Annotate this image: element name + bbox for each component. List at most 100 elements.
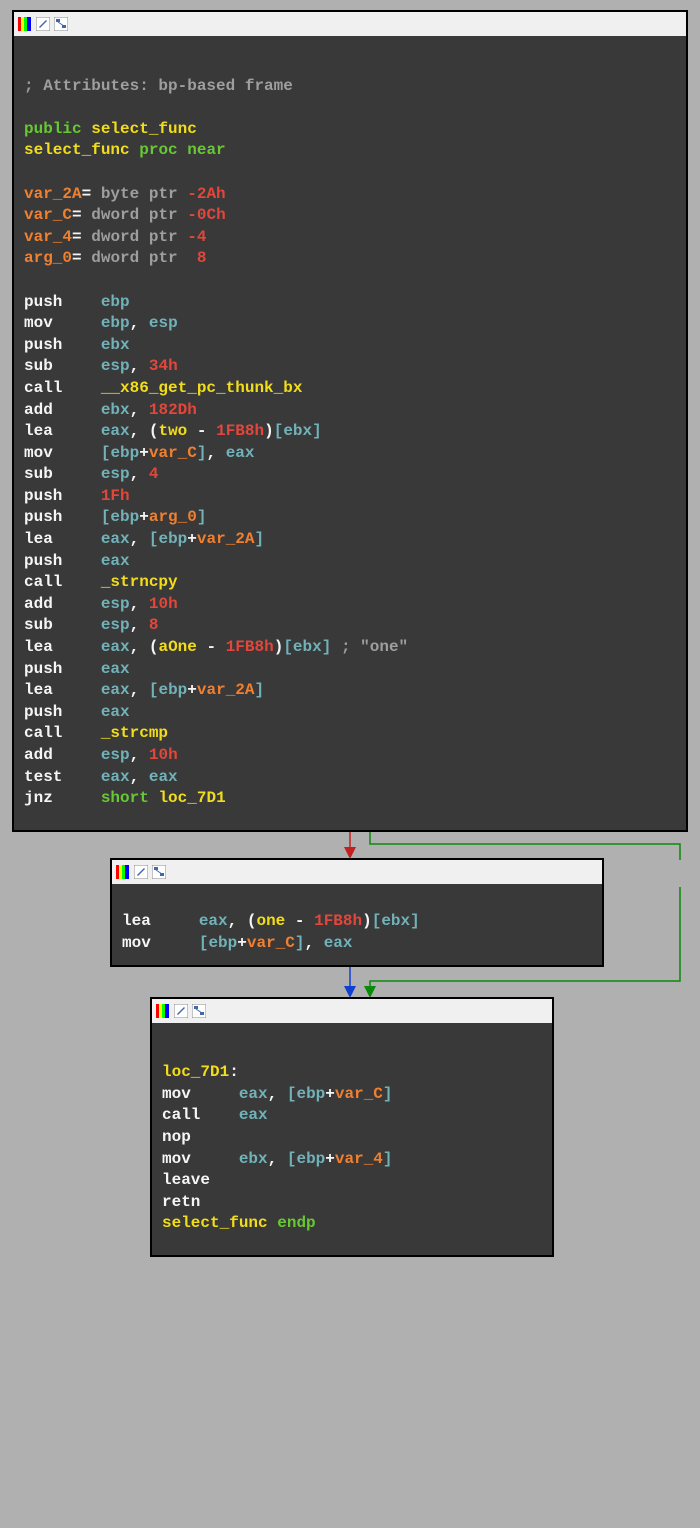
mnemonic: add [24, 746, 53, 764]
register: eax [101, 768, 130, 786]
mnemonic: mov [24, 444, 53, 462]
mnemonic: jnz [24, 789, 53, 807]
color-bars-icon [116, 865, 130, 879]
loc-label[interactable]: loc_7D1 [162, 1063, 229, 1081]
var-name[interactable]: var_C [24, 206, 72, 224]
register: ebp [208, 934, 237, 952]
register: ebx [239, 1150, 268, 1168]
register: eax [101, 638, 130, 656]
immediate: 182Dh [149, 401, 197, 419]
mnemonic: sub [24, 465, 53, 483]
disasm-code-block[interactable]: loc_7D1: mov eax, [ebp+var_C] call eax n… [152, 1023, 552, 1255]
mnemonic: leave [162, 1171, 210, 1189]
immediate: 1Fh [101, 487, 130, 505]
register: ebp [110, 444, 139, 462]
mnemonic: mov [162, 1150, 191, 1168]
graph-icon [54, 17, 68, 31]
register: eax [101, 552, 130, 570]
mnemonic: add [24, 595, 53, 613]
func-name[interactable]: select_func [24, 141, 130, 159]
keyword-public: public [24, 120, 82, 138]
register: eax [226, 444, 255, 462]
mnemonic: sub [24, 357, 53, 375]
register: ebx [101, 401, 130, 419]
node-titlebar [152, 999, 552, 1023]
call-target[interactable]: _strcmp [101, 724, 168, 742]
graph-icon [192, 1004, 206, 1018]
immediate: 34h [149, 357, 178, 375]
register: eax [101, 681, 130, 699]
register: esp [101, 616, 130, 634]
register: ebp [296, 1150, 325, 1168]
symbol[interactable]: one [256, 912, 285, 930]
mnemonic: push [24, 552, 62, 570]
var-ref[interactable]: var_2A [197, 681, 255, 699]
keyword-endp: endp [277, 1214, 315, 1232]
symbol[interactable]: aOne [158, 638, 196, 656]
call-target[interactable]: __x86_get_pc_thunk_bx [101, 379, 303, 397]
disasm-node-2[interactable]: lea eax, (one - 1FB8h)[ebx] mov [ebp+var… [110, 858, 604, 967]
var-ref[interactable]: var_4 [335, 1150, 383, 1168]
mnemonic: lea [24, 530, 53, 548]
comment-text: ; "one" [331, 638, 408, 656]
var-name[interactable]: var_2A [24, 185, 82, 203]
mnemonic: push [24, 508, 62, 526]
symbol[interactable]: two [158, 422, 187, 440]
node-titlebar [14, 12, 686, 36]
register: ebp [101, 293, 130, 311]
mnemonic: lea [24, 422, 53, 440]
disasm-node-1[interactable]: ; Attributes: bp-based frame public sele… [12, 10, 688, 832]
mnemonic: sub [24, 616, 53, 634]
mnemonic: retn [162, 1193, 200, 1211]
keyword-proc: proc [139, 141, 177, 159]
register: esp [101, 357, 130, 375]
flow-edge-blue-green [10, 967, 700, 999]
mnemonic: call [24, 724, 62, 742]
jump-target[interactable]: loc_7D1 [158, 789, 225, 807]
var-ref[interactable]: var_2A [197, 530, 255, 548]
mnemonic: add [24, 401, 53, 419]
register: eax [101, 660, 130, 678]
var-ref[interactable]: var_C [149, 444, 197, 462]
register: eax [239, 1106, 268, 1124]
var-name[interactable]: var_4 [24, 228, 72, 246]
flow-edge-red [10, 832, 700, 860]
mnemonic: call [24, 379, 62, 397]
disasm-node-3[interactable]: loc_7D1: mov eax, [ebp+var_C] call eax n… [150, 997, 554, 1257]
mnemonic: push [24, 293, 62, 311]
register: eax [101, 530, 130, 548]
mnemonic: lea [122, 912, 151, 930]
edit-icon [36, 17, 50, 31]
call-target[interactable]: _strncpy [101, 573, 178, 591]
register: esp [101, 746, 130, 764]
immediate: 8 [149, 616, 159, 634]
disasm-code-block[interactable]: ; Attributes: bp-based frame public sele… [14, 36, 686, 830]
mnemonic: push [24, 703, 62, 721]
register: ebp [158, 681, 187, 699]
var-ref[interactable]: arg_0 [149, 508, 197, 526]
immediate: 10h [149, 595, 178, 613]
register: esp [101, 595, 130, 613]
var-name[interactable]: arg_0 [24, 249, 72, 267]
register: ebx [283, 422, 312, 440]
register: eax [149, 768, 178, 786]
mnemonic: test [24, 768, 62, 786]
func-name[interactable]: select_func [91, 120, 197, 138]
register: esp [149, 314, 178, 332]
var-ref[interactable]: var_C [247, 934, 295, 952]
mnemonic: mov [24, 314, 53, 332]
func-name[interactable]: select_func [162, 1214, 268, 1232]
keyword-short: short [101, 789, 149, 807]
register: ebp [296, 1085, 325, 1103]
mnemonic: mov [162, 1085, 191, 1103]
var-ref[interactable]: var_C [335, 1085, 383, 1103]
immediate: 10h [149, 746, 178, 764]
disasm-code-block[interactable]: lea eax, (one - 1FB8h)[ebx] mov [ebp+var… [112, 884, 602, 965]
register: ebx [381, 912, 410, 930]
mnemonic: lea [24, 681, 53, 699]
mnemonic: call [162, 1106, 200, 1124]
graph-icon [152, 865, 166, 879]
mnemonic: push [24, 660, 62, 678]
mnemonic: lea [24, 638, 53, 656]
register: ebp [110, 508, 139, 526]
